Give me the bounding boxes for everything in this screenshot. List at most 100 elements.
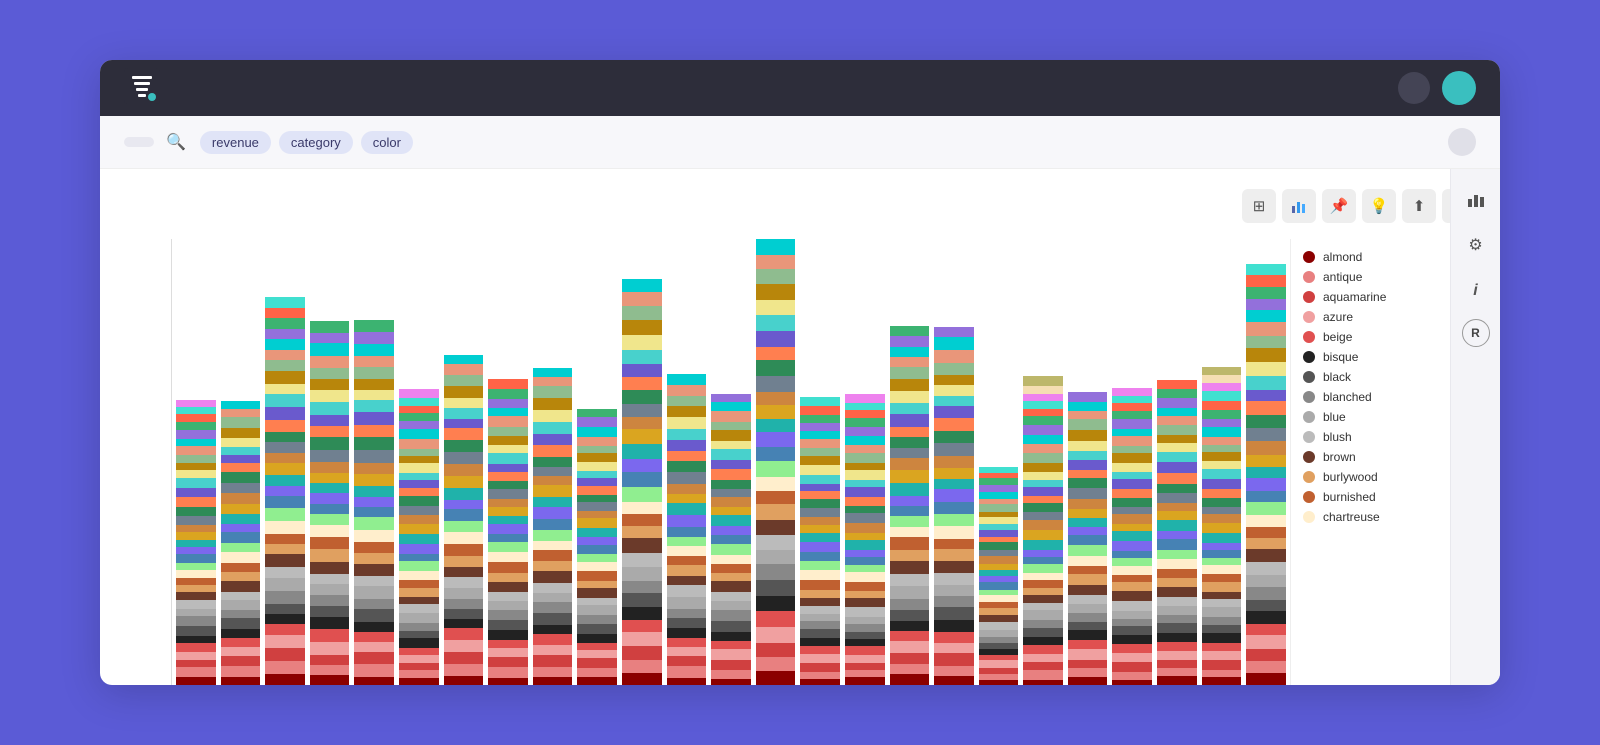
bar-segment — [800, 606, 840, 614]
bar-segment — [399, 389, 439, 398]
bar-segment — [1157, 484, 1197, 493]
legend-color-dot — [1303, 511, 1315, 523]
bar-segment — [1157, 550, 1197, 559]
toolbar-share-btn[interactable]: ⬆ — [1402, 189, 1436, 223]
bar-segment — [577, 588, 617, 598]
bar-segment — [1112, 644, 1152, 653]
bar-segment — [488, 610, 528, 620]
bar-segment — [354, 474, 394, 486]
bar-segment — [1112, 626, 1152, 635]
bar-segment — [488, 499, 528, 507]
user-avatar[interactable] — [1442, 71, 1476, 105]
bar-segment — [399, 515, 439, 524]
bar-segment — [890, 561, 930, 574]
bar-segment — [444, 556, 484, 567]
toolbar-table-btn[interactable]: ⊞ — [1242, 189, 1276, 223]
bar-segment — [354, 517, 394, 530]
bar-segment — [444, 476, 484, 488]
bar-segment — [176, 609, 216, 616]
bar-segment — [1068, 509, 1108, 518]
bar-segment — [711, 610, 751, 621]
bar-segment — [845, 624, 885, 632]
bar-segment — [890, 631, 930, 641]
side-r-btn[interactable]: R — [1462, 319, 1490, 347]
bar-segment — [1202, 419, 1242, 427]
bar-segment — [310, 379, 350, 390]
bar-segment — [1157, 408, 1197, 416]
bar-segment — [934, 350, 974, 363]
bar-segment — [1023, 610, 1063, 620]
bar-segment — [1068, 470, 1108, 478]
search-pill-revenue[interactable]: revenue — [200, 131, 271, 154]
bar-group: mgr#52 — [1112, 388, 1152, 685]
bar-segment — [667, 451, 707, 461]
bar-segment — [1068, 527, 1108, 535]
bar-segment — [1068, 556, 1108, 566]
bar-segment — [1023, 620, 1063, 628]
bar-segment — [845, 540, 885, 550]
bar-segment — [756, 432, 796, 447]
bar-segment — [1157, 660, 1197, 668]
bar-segment — [890, 527, 930, 537]
bar-segment — [176, 570, 216, 578]
bar-segment — [577, 605, 617, 615]
bar-segment — [577, 554, 617, 562]
bar-segment — [265, 420, 305, 432]
bar-segment — [711, 670, 751, 679]
bar-segment — [711, 544, 751, 555]
bar-segment — [399, 524, 439, 534]
bar-segment — [221, 552, 261, 563]
legend-label: chartreuse — [1323, 510, 1380, 524]
search-pill-category[interactable]: category — [279, 131, 353, 154]
bar-segment — [265, 544, 305, 554]
bar-segment — [667, 515, 707, 527]
bar-segment — [1202, 543, 1242, 550]
bar-segment — [756, 405, 796, 419]
bar-segment — [934, 526, 974, 539]
bar-segment — [1246, 287, 1286, 299]
bar-segment — [667, 666, 707, 678]
bar-segment — [1246, 661, 1286, 673]
side-chart-btn[interactable] — [1458, 181, 1494, 217]
bar-segment — [756, 419, 796, 432]
side-settings-btn[interactable]: ⚙ — [1458, 227, 1494, 263]
bar-segment — [488, 657, 528, 667]
bar-segment — [577, 495, 617, 502]
source-badge[interactable] — [124, 137, 154, 147]
bar-segment — [533, 398, 573, 410]
bar-segment — [934, 561, 974, 573]
search-pill-color[interactable]: color — [361, 131, 413, 154]
bar-segment — [845, 565, 885, 572]
bar-segment — [221, 514, 261, 524]
bar-segment — [845, 506, 885, 513]
bar-segment — [1023, 512, 1063, 520]
toolbar-chart-btn[interactable] — [1282, 189, 1316, 223]
bar-segment — [354, 367, 394, 379]
bar-segment — [934, 549, 974, 561]
search-close-button[interactable] — [1448, 128, 1476, 156]
bar-segment — [265, 329, 305, 339]
bar-segment — [533, 445, 573, 457]
bar-segment — [310, 629, 350, 642]
bar-segment — [444, 509, 484, 521]
toolbar-insight-btn[interactable]: 💡 — [1362, 189, 1396, 223]
help-button[interactable] — [1398, 72, 1430, 104]
bar-segment — [310, 462, 350, 473]
bar-segment — [1246, 635, 1286, 649]
side-info-btn[interactable]: i — [1458, 273, 1494, 309]
bar-segment — [711, 402, 751, 411]
bar-segment — [399, 413, 439, 421]
bar-segment — [488, 678, 528, 685]
bar-segment — [577, 511, 617, 518]
bar-segment — [890, 574, 930, 586]
bar-segment — [934, 396, 974, 406]
bar-segment — [533, 583, 573, 593]
bar-segment — [1023, 580, 1063, 588]
bar-segment — [1023, 453, 1063, 463]
bar-segment — [1157, 462, 1197, 473]
legend-color-dot — [1303, 411, 1315, 423]
legend-item: antique — [1303, 267, 1438, 287]
bar-segment — [488, 630, 528, 640]
toolbar-pin-btn[interactable]: 📌 — [1322, 189, 1356, 223]
bar-group: mgr#31 — [622, 279, 662, 685]
